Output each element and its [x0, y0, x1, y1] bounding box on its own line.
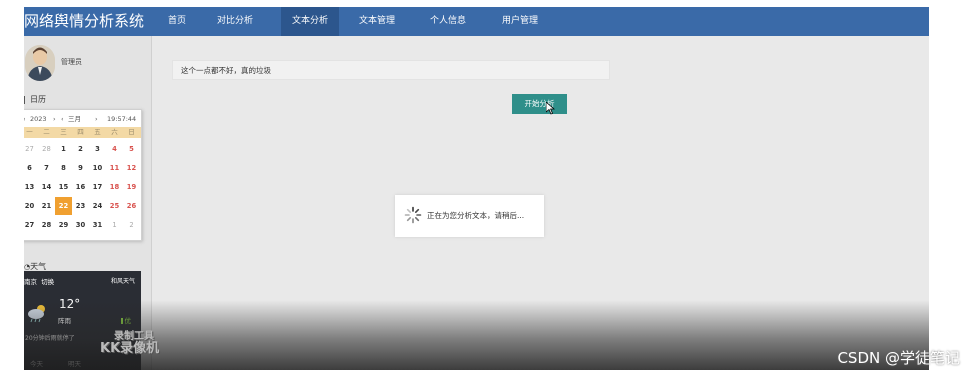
main-content: 开始分析 [152, 36, 929, 370]
calendar-weekday: 六 [111, 128, 118, 136]
app-title: 网络舆情分析系统 [24, 12, 145, 30]
calendar-day[interactable]: 17 [89, 178, 106, 196]
calendar-day[interactable]: 27 [24, 216, 38, 234]
calendar-day[interactable]: 28 [38, 140, 55, 158]
calendar-day[interactable]: 1 [55, 140, 72, 158]
calendar-icon [24, 95, 25, 104]
calendar-day[interactable]: 15 [55, 178, 72, 196]
start-analysis-button[interactable]: 开始分析 [512, 94, 567, 114]
calendar-day[interactable]: 2 [123, 216, 140, 234]
calendar-day[interactable]: 9 [72, 159, 89, 177]
weather-city: 南京 [24, 278, 37, 286]
prev-month-icon[interactable]: ‹ [61, 113, 64, 125]
nav-personal-info[interactable]: 个人信息 [424, 7, 472, 36]
calendar-day[interactable]: 8 [55, 159, 72, 177]
weather-tab-today[interactable]: 今天 [30, 358, 43, 368]
weather-tab-tomorrow[interactable]: 明天 [68, 358, 81, 368]
calendar-day[interactable]: 19 [123, 178, 140, 196]
calendar-weekday: 四 [77, 128, 84, 136]
avatar [25, 45, 55, 81]
calendar-day[interactable]: 13 [24, 178, 38, 196]
app-window: 网络舆情分析系统 首页 对比分析 文本分析 文本管理 个人信息 用户管理 管理员… [24, 7, 929, 370]
calendar-weekday: 三 [60, 128, 67, 136]
prev-year-icon[interactable]: ‹ [24, 113, 26, 125]
calendar-day[interactable]: 12 [123, 159, 140, 177]
calendar-day[interactable]: 2 [72, 140, 89, 158]
calendar-weekdays: 一二三四五六日 [24, 127, 141, 138]
weather-provider: 和风天气 [110, 278, 135, 285]
weather-aqi: 优 [120, 315, 132, 325]
calendar-heading: 日历 [24, 94, 46, 105]
nav-text-management[interactable]: 文本管理 [353, 7, 401, 36]
calendar-day[interactable]: 27 [24, 140, 38, 158]
calendar-day[interactable]: 31 [89, 216, 106, 234]
calendar-year[interactable]: 2023 [30, 113, 47, 125]
calendar-day[interactable]: 10 [89, 159, 106, 177]
next-year-icon[interactable]: › [53, 113, 56, 125]
weather-temperature: 12° [59, 297, 81, 311]
user-role-label: 管理员 [61, 58, 82, 66]
top-navbar: 网络舆情分析系统 首页 对比分析 文本分析 文本管理 个人信息 用户管理 [24, 7, 929, 36]
nav-compare-analysis[interactable]: 对比分析 [211, 7, 259, 36]
calendar-day[interactable]: 11 [106, 159, 123, 177]
recorder-watermark: 录制工具 KK录像机 [100, 331, 159, 355]
calendar-day[interactable]: 29 [55, 216, 72, 234]
calendar-day[interactable]: 16 [72, 178, 89, 196]
nav-text-analysis[interactable]: 文本分析 [281, 7, 339, 36]
calendar-day[interactable]: 6 [24, 159, 38, 177]
nav-user-management[interactable]: 用户管理 [496, 7, 544, 36]
weather-note: 20分钟后雨就停了 [25, 335, 75, 342]
weather-location: 南京 切换 [24, 276, 54, 286]
aqi-bar-icon [120, 318, 123, 324]
calendar-weekday: 二 [43, 128, 50, 136]
loading-dialog: 正在为您分析文本，请稍后... [395, 195, 544, 237]
next-month-icon[interactable]: › [95, 113, 98, 125]
calendar-day[interactable]: 1 [106, 216, 123, 234]
calendar-weekday: 一 [26, 128, 33, 136]
calendar-day[interactable]: 18 [106, 178, 123, 196]
calendar-day[interactable]: 22 [55, 197, 72, 215]
recorder-watermark-line2: KK录像机 [100, 341, 160, 356]
mouse-cursor-icon [545, 101, 556, 117]
weather-aqi-value: 优 [124, 317, 132, 325]
calendar-month[interactable]: 三月 [68, 113, 81, 125]
weather-rain-icon [27, 303, 49, 325]
weather-title: 天气 [30, 262, 47, 271]
loading-spinner-icon [404, 206, 422, 226]
calendar-day[interactable]: 3 [89, 140, 106, 158]
calendar-weekday: 五 [94, 128, 101, 136]
sidebar: 管理员 日历 ‹ 2023 › ‹ 三月 › 19:57:44 一二三四五六日 … [24, 36, 152, 370]
calendar-title: 日历 [30, 95, 46, 104]
calendar-day[interactable]: 30 [72, 216, 89, 234]
calendar-time: 19:57:44 [107, 115, 137, 123]
nav-home[interactable]: 首页 [157, 7, 197, 36]
calendar-day[interactable]: 4 [106, 140, 123, 158]
calendar-widget: ‹ 2023 › ‹ 三月 › 19:57:44 一二三四五六日 2728123… [24, 109, 142, 241]
calendar-weekday: 日 [128, 128, 135, 136]
calendar-day[interactable]: 7 [38, 159, 55, 177]
text-input[interactable] [172, 60, 610, 80]
calendar-day[interactable]: 21 [38, 197, 55, 215]
calendar-day[interactable]: 14 [38, 178, 55, 196]
calendar-day[interactable]: 5 [123, 140, 140, 158]
calendar-day[interactable]: 20 [24, 197, 38, 215]
calendar-day[interactable]: 25 [106, 197, 123, 215]
calendar-header: ‹ 2023 › ‹ 三月 › 19:57:44 [24, 113, 141, 125]
calendar-day[interactable]: 28 [38, 216, 55, 234]
calendar-day[interactable]: 23 [72, 197, 89, 215]
csdn-watermark: CSDN @学徒笔记 [837, 349, 960, 367]
weather-switch-link[interactable]: 切换 [41, 278, 54, 286]
weather-condition: 阵雨 [58, 317, 71, 325]
loading-message: 正在为您分析文本，请稍后... [427, 211, 525, 220]
calendar-day[interactable]: 24 [89, 197, 106, 215]
calendar-day[interactable]: 26 [123, 197, 140, 215]
